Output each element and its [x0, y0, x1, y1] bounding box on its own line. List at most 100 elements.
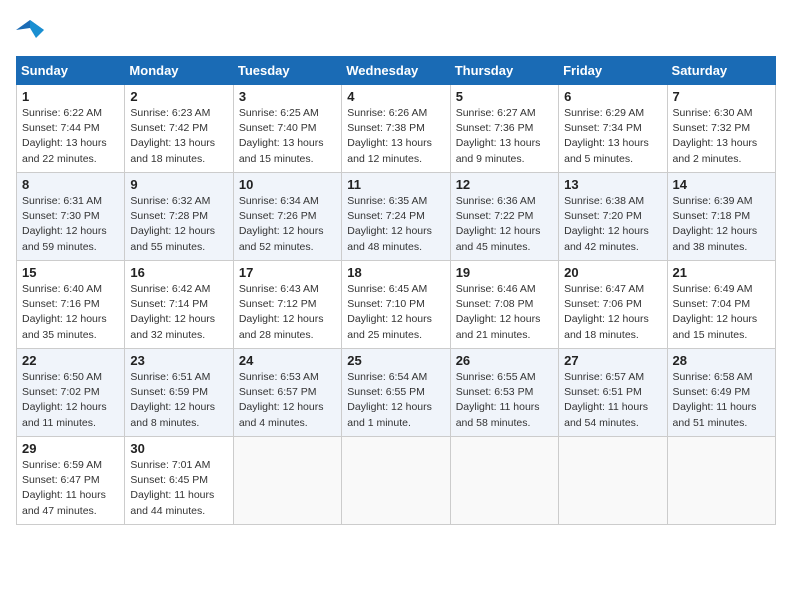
sunset-text: Sunset: 7:06 PM	[564, 298, 642, 310]
day-cell-12: 12 Sunrise: 6:36 AM Sunset: 7:22 PM Dayl…	[450, 173, 558, 261]
day-info: Sunrise: 6:53 AM Sunset: 6:57 PM Dayligh…	[239, 370, 336, 431]
daylight-text: Daylight: 11 hours and 54 minutes.	[564, 401, 648, 428]
day-number: 2	[130, 89, 227, 104]
weekday-header-monday: Monday	[125, 57, 233, 85]
sunset-text: Sunset: 7:18 PM	[673, 210, 751, 222]
day-cell-14: 14 Sunrise: 6:39 AM Sunset: 7:18 PM Dayl…	[667, 173, 775, 261]
day-number: 17	[239, 265, 336, 280]
sunset-text: Sunset: 6:49 PM	[673, 386, 751, 398]
day-number: 23	[130, 353, 227, 368]
sunset-text: Sunset: 7:16 PM	[22, 298, 100, 310]
sunrise-text: Sunrise: 6:26 AM	[347, 107, 427, 119]
day-info: Sunrise: 6:23 AM Sunset: 7:42 PM Dayligh…	[130, 106, 227, 167]
sunrise-text: Sunrise: 6:45 AM	[347, 283, 427, 295]
daylight-text: Daylight: 12 hours and 32 minutes.	[130, 313, 215, 340]
sunrise-text: Sunrise: 6:59 AM	[22, 459, 102, 471]
day-cell-8: 8 Sunrise: 6:31 AM Sunset: 7:30 PM Dayli…	[17, 173, 125, 261]
sunset-text: Sunset: 7:14 PM	[130, 298, 208, 310]
day-number: 12	[456, 177, 553, 192]
sunrise-text: Sunrise: 6:32 AM	[130, 195, 210, 207]
logo-bird-icon	[16, 16, 44, 44]
day-cell-17: 17 Sunrise: 6:43 AM Sunset: 7:12 PM Dayl…	[233, 261, 341, 349]
day-info: Sunrise: 6:39 AM Sunset: 7:18 PM Dayligh…	[673, 194, 770, 255]
daylight-text: Daylight: 11 hours and 58 minutes.	[456, 401, 540, 428]
day-number: 16	[130, 265, 227, 280]
day-info: Sunrise: 6:31 AM Sunset: 7:30 PM Dayligh…	[22, 194, 119, 255]
day-cell-1: 1 Sunrise: 6:22 AM Sunset: 7:44 PM Dayli…	[17, 85, 125, 173]
day-info: Sunrise: 6:57 AM Sunset: 6:51 PM Dayligh…	[564, 370, 661, 431]
day-number: 20	[564, 265, 661, 280]
sunset-text: Sunset: 7:20 PM	[564, 210, 642, 222]
calendar-week-row: 8 Sunrise: 6:31 AM Sunset: 7:30 PM Dayli…	[17, 173, 776, 261]
sunset-text: Sunset: 6:59 PM	[130, 386, 208, 398]
daylight-text: Daylight: 11 hours and 51 minutes.	[673, 401, 757, 428]
sunrise-text: Sunrise: 6:22 AM	[22, 107, 102, 119]
daylight-text: Daylight: 12 hours and 35 minutes.	[22, 313, 107, 340]
day-number: 27	[564, 353, 661, 368]
day-cell-3: 3 Sunrise: 6:25 AM Sunset: 7:40 PM Dayli…	[233, 85, 341, 173]
day-info: Sunrise: 6:55 AM Sunset: 6:53 PM Dayligh…	[456, 370, 553, 431]
sunrise-text: Sunrise: 6:30 AM	[673, 107, 753, 119]
day-number: 26	[456, 353, 553, 368]
day-cell-6: 6 Sunrise: 6:29 AM Sunset: 7:34 PM Dayli…	[559, 85, 667, 173]
day-info: Sunrise: 6:25 AM Sunset: 7:40 PM Dayligh…	[239, 106, 336, 167]
day-number: 30	[130, 441, 227, 456]
sunrise-text: Sunrise: 6:42 AM	[130, 283, 210, 295]
day-number: 5	[456, 89, 553, 104]
day-info: Sunrise: 6:40 AM Sunset: 7:16 PM Dayligh…	[22, 282, 119, 343]
sunset-text: Sunset: 7:36 PM	[456, 122, 534, 134]
day-info: Sunrise: 6:49 AM Sunset: 7:04 PM Dayligh…	[673, 282, 770, 343]
sunrise-text: Sunrise: 6:47 AM	[564, 283, 644, 295]
weekday-header-saturday: Saturday	[667, 57, 775, 85]
day-info: Sunrise: 6:58 AM Sunset: 6:49 PM Dayligh…	[673, 370, 770, 431]
day-cell-10: 10 Sunrise: 6:34 AM Sunset: 7:26 PM Dayl…	[233, 173, 341, 261]
sunset-text: Sunset: 6:53 PM	[456, 386, 534, 398]
day-info: Sunrise: 6:38 AM Sunset: 7:20 PM Dayligh…	[564, 194, 661, 255]
day-info: Sunrise: 6:35 AM Sunset: 7:24 PM Dayligh…	[347, 194, 444, 255]
day-number: 24	[239, 353, 336, 368]
empty-day-cell	[233, 437, 341, 525]
daylight-text: Daylight: 12 hours and 48 minutes.	[347, 225, 432, 252]
weekday-header-friday: Friday	[559, 57, 667, 85]
sunrise-text: Sunrise: 6:54 AM	[347, 371, 427, 383]
daylight-text: Daylight: 12 hours and 11 minutes.	[22, 401, 107, 428]
calendar-week-row: 29 Sunrise: 6:59 AM Sunset: 6:47 PM Dayl…	[17, 437, 776, 525]
daylight-text: Daylight: 12 hours and 25 minutes.	[347, 313, 432, 340]
day-cell-5: 5 Sunrise: 6:27 AM Sunset: 7:36 PM Dayli…	[450, 85, 558, 173]
weekday-header-thursday: Thursday	[450, 57, 558, 85]
day-info: Sunrise: 6:47 AM Sunset: 7:06 PM Dayligh…	[564, 282, 661, 343]
day-info: Sunrise: 6:34 AM Sunset: 7:26 PM Dayligh…	[239, 194, 336, 255]
day-cell-7: 7 Sunrise: 6:30 AM Sunset: 7:32 PM Dayli…	[667, 85, 775, 173]
day-number: 19	[456, 265, 553, 280]
daylight-text: Daylight: 12 hours and 28 minutes.	[239, 313, 324, 340]
sunset-text: Sunset: 6:57 PM	[239, 386, 317, 398]
day-info: Sunrise: 6:51 AM Sunset: 6:59 PM Dayligh…	[130, 370, 227, 431]
calendar-week-row: 1 Sunrise: 6:22 AM Sunset: 7:44 PM Dayli…	[17, 85, 776, 173]
sunset-text: Sunset: 7:32 PM	[673, 122, 751, 134]
sunrise-text: Sunrise: 6:35 AM	[347, 195, 427, 207]
daylight-text: Daylight: 12 hours and 42 minutes.	[564, 225, 649, 252]
empty-day-cell	[559, 437, 667, 525]
day-info: Sunrise: 6:42 AM Sunset: 7:14 PM Dayligh…	[130, 282, 227, 343]
day-number: 28	[673, 353, 770, 368]
day-cell-28: 28 Sunrise: 6:58 AM Sunset: 6:49 PM Dayl…	[667, 349, 775, 437]
day-number: 13	[564, 177, 661, 192]
sunset-text: Sunset: 7:12 PM	[239, 298, 317, 310]
day-cell-24: 24 Sunrise: 6:53 AM Sunset: 6:57 PM Dayl…	[233, 349, 341, 437]
day-cell-27: 27 Sunrise: 6:57 AM Sunset: 6:51 PM Dayl…	[559, 349, 667, 437]
sunrise-text: Sunrise: 6:50 AM	[22, 371, 102, 383]
sunset-text: Sunset: 7:34 PM	[564, 122, 642, 134]
day-info: Sunrise: 6:59 AM Sunset: 6:47 PM Dayligh…	[22, 458, 119, 519]
day-info: Sunrise: 7:01 AM Sunset: 6:45 PM Dayligh…	[130, 458, 227, 519]
day-number: 21	[673, 265, 770, 280]
day-cell-26: 26 Sunrise: 6:55 AM Sunset: 6:53 PM Dayl…	[450, 349, 558, 437]
day-cell-21: 21 Sunrise: 6:49 AM Sunset: 7:04 PM Dayl…	[667, 261, 775, 349]
day-info: Sunrise: 6:50 AM Sunset: 7:02 PM Dayligh…	[22, 370, 119, 431]
sunset-text: Sunset: 7:38 PM	[347, 122, 425, 134]
daylight-text: Daylight: 13 hours and 5 minutes.	[564, 137, 649, 164]
daylight-text: Daylight: 12 hours and 38 minutes.	[673, 225, 758, 252]
calendar-week-row: 15 Sunrise: 6:40 AM Sunset: 7:16 PM Dayl…	[17, 261, 776, 349]
sunrise-text: Sunrise: 6:43 AM	[239, 283, 319, 295]
day-info: Sunrise: 6:45 AM Sunset: 7:10 PM Dayligh…	[347, 282, 444, 343]
daylight-text: Daylight: 12 hours and 18 minutes.	[564, 313, 649, 340]
